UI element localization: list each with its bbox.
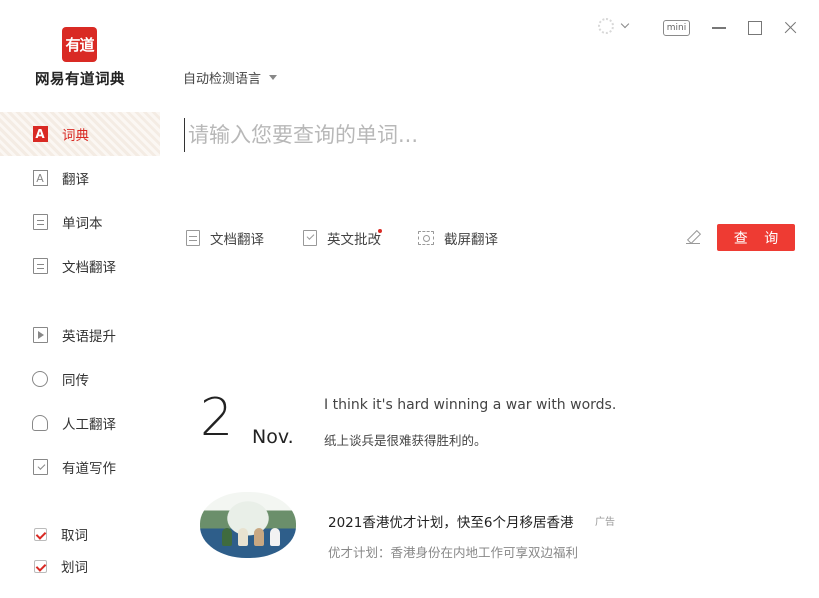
- minimize-button[interactable]: [712, 16, 728, 40]
- query-button[interactable]: 查 询: [717, 224, 795, 251]
- sidebar-item-label: 翻译: [62, 172, 89, 188]
- dictionary-icon: A: [32, 126, 48, 142]
- daily-sentence-en[interactable]: I think it's hard winning a war with wor…: [324, 397, 616, 413]
- simultaneous-interpretation-icon: [32, 371, 48, 387]
- ad-description[interactable]: 优才计划：香港身份在内地工作可享双边福利: [328, 542, 578, 561]
- sidebar-item-label: 文档翻译: [62, 260, 116, 276]
- tool-document-translate[interactable]: 文档翻译: [186, 228, 264, 248]
- app-name: 网易有道词典: [35, 72, 125, 88]
- tool-label: 英文批改: [327, 232, 381, 248]
- capture-word-option[interactable]: 取词: [34, 524, 88, 544]
- daily-sentence-zh: 纸上谈兵是很难获得胜利的。: [324, 433, 487, 448]
- sidebar-item-label: 有道写作: [62, 461, 116, 477]
- screenshot-icon: [418, 231, 434, 245]
- mini-mode-button[interactable]: mini: [663, 20, 690, 36]
- sidebar-item-human-translate[interactable]: 人工翻译: [0, 401, 160, 445]
- dropdown-arrow-icon: [269, 75, 278, 80]
- headset-icon: [32, 415, 48, 431]
- sidebar-item-label: 人工翻译: [62, 417, 116, 433]
- chevron-down-icon: [620, 19, 630, 29]
- sidebar: 有道 网易有道词典 A 词典 A 翻译 单词本 文档翻译 英语提升 同传 人工翻…: [0, 0, 160, 598]
- select-word-label: 划词: [61, 560, 88, 576]
- sidebar-item-wordbook[interactable]: 单词本: [0, 200, 160, 244]
- document-icon: [32, 258, 48, 274]
- sidebar-item-dictionary[interactable]: A 词典: [0, 112, 160, 156]
- ad-tag: 广告: [595, 517, 615, 528]
- sidebar-item-label: 同传: [62, 373, 89, 389]
- language-select-label: 自动检测语言: [183, 72, 262, 87]
- capture-word-checkbox[interactable]: [34, 527, 47, 541]
- skin-icon: [598, 18, 614, 34]
- sidebar-item-writing[interactable]: 有道写作: [0, 445, 160, 489]
- sidebar-item-label: 词典: [62, 128, 89, 144]
- sidebar-item-label: 英语提升: [62, 329, 116, 345]
- sidebar-item-english-improve[interactable]: 英语提升: [0, 313, 160, 357]
- essay-check-icon: [303, 230, 317, 246]
- capture-word-label: 取词: [61, 528, 88, 544]
- skin-switcher[interactable]: [598, 14, 638, 38]
- tool-screenshot-translate[interactable]: 截屏翻译: [418, 228, 498, 248]
- edit-icon[interactable]: [685, 229, 701, 245]
- translate-icon: A: [32, 170, 48, 186]
- close-button[interactable]: [782, 16, 798, 40]
- sidebar-item-translate[interactable]: A 翻译: [0, 156, 160, 200]
- sidebar-item-simultaneous[interactable]: 同传: [0, 357, 160, 401]
- sidebar-item-document-translate[interactable]: 文档翻译: [0, 244, 160, 288]
- maximize-button[interactable]: [748, 16, 764, 40]
- sidebar-item-label: 单词本: [62, 216, 103, 232]
- language-select[interactable]: 自动检测语言: [183, 68, 278, 87]
- select-word-checkbox[interactable]: [34, 559, 47, 573]
- search-input[interactable]: [184, 118, 704, 152]
- select-word-option[interactable]: 划词: [34, 556, 88, 576]
- ad-title[interactable]: 2021香港优才计划，快至6个月移居香港: [328, 511, 573, 531]
- daily-day: 2: [200, 388, 234, 448]
- new-badge-dot: [378, 229, 382, 233]
- app-logo: 有道: [62, 27, 97, 62]
- ad-image[interactable]: [200, 492, 296, 558]
- document-icon: [186, 230, 200, 246]
- wordbook-icon: [32, 214, 48, 230]
- tool-label: 截屏翻译: [444, 232, 498, 248]
- tool-label: 文档翻译: [210, 232, 264, 248]
- writing-check-icon: [32, 459, 48, 475]
- video-play-icon: [32, 327, 48, 343]
- tool-essay-check[interactable]: 英文批改: [303, 228, 381, 248]
- daily-month: Nov.: [252, 426, 294, 448]
